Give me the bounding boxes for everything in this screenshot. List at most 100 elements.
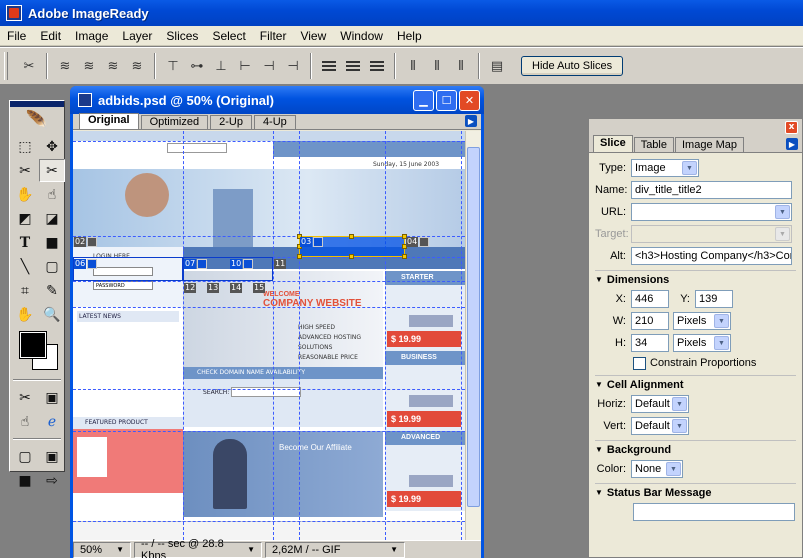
download-time-select[interactable]: -- / -- sec @ 28.8 Kbps ▼ — [134, 538, 262, 558]
zoom-level-select[interactable]: 50% ▼ — [73, 541, 131, 558]
palette-title-bar[interactable]: x — [589, 119, 802, 135]
background-color-select[interactable]: None ▼ — [631, 460, 683, 478]
rollover-preview-icon[interactable]: ☝ — [12, 410, 38, 433]
distribute-left-icon[interactable]: ⫴ — [402, 55, 424, 77]
document-title-bar[interactable]: adbids.psd @ 50% (Original) ▁ ☐ ✕ — [70, 86, 484, 114]
menu-view[interactable]: View — [293, 26, 333, 46]
image-map-select-tool-icon[interactable]: ☝ — [39, 183, 65, 206]
menu-help[interactable]: Help — [390, 26, 429, 46]
toggle-image-maps-icon[interactable]: ▣ — [39, 386, 65, 409]
menu-image[interactable]: Image — [68, 26, 115, 46]
align-right-icon[interactable]: ⊣ — [282, 55, 304, 77]
slice-x-input[interactable]: 446 — [631, 290, 669, 308]
menu-select[interactable]: Select — [205, 26, 252, 46]
bring-to-front-icon[interactable]: ≋ — [54, 55, 76, 77]
slice-y-input[interactable]: 139 — [695, 290, 733, 308]
resize-handle[interactable] — [297, 254, 302, 259]
slice-height-input[interactable]: 34 — [631, 334, 669, 352]
line-tool-icon[interactable]: ╲ — [12, 255, 38, 278]
vertical-scrollbar[interactable] — [465, 131, 481, 540]
foreground-color-swatch[interactable] — [19, 331, 47, 359]
toggle-slices-icon[interactable]: ✂ — [12, 386, 38, 409]
background-section-header[interactable]: ▼ Background — [595, 440, 796, 458]
hand-tool-icon[interactable]: ✋ — [12, 303, 38, 326]
tab-optimized[interactable]: Optimized — [140, 115, 209, 129]
maximize-button[interactable]: ☐ — [436, 89, 457, 111]
palette-close-icon[interactable]: x — [785, 120, 798, 134]
distribute-bottom-icon[interactable] — [366, 55, 388, 77]
scrollbar-thumb[interactable] — [467, 147, 480, 507]
palette-menu-arrow-icon[interactable]: ▶ — [786, 138, 798, 150]
close-button[interactable]: ✕ — [459, 89, 480, 111]
document-canvas[interactable]: Sunday, 15 June 2003 LOGIN HERE PASSWORD… — [73, 131, 465, 540]
slice-tool-icon[interactable]: ✂ — [12, 159, 38, 182]
crop-tool-icon[interactable]: ⌗ — [12, 279, 38, 302]
tab-original[interactable]: Original — [79, 113, 139, 129]
tab-menu-arrow-icon[interactable]: ▶ — [465, 115, 477, 127]
status-bar-message-section-header[interactable]: ▼ Status Bar Message — [595, 483, 796, 501]
menu-slices[interactable]: Slices — [159, 26, 205, 46]
jump-to-photoshop-icon[interactable]: ⇨ — [39, 469, 65, 492]
slice-url-combo[interactable]: ▼ — [631, 203, 792, 221]
full-screen-menu-mode-icon[interactable]: ▣ — [39, 445, 65, 468]
height-unit-select[interactable]: Pixels ▼ — [673, 334, 731, 352]
status-bar-message-input[interactable] — [633, 503, 795, 521]
slice-options-icon[interactable]: ▤ — [486, 55, 508, 77]
tab-4-up[interactable]: 4-Up — [253, 115, 296, 129]
full-screen-mode-icon[interactable]: ■ — [12, 469, 38, 492]
move-tool-icon[interactable]: ✥ — [39, 135, 65, 158]
width-unit-select[interactable]: Pixels ▼ — [673, 312, 731, 330]
paint-bucket-tool-icon[interactable]: ◪ — [39, 207, 65, 230]
type-tool-icon[interactable]: T — [12, 231, 38, 254]
send-to-back-icon[interactable]: ≋ — [126, 55, 148, 77]
hide-auto-slices-button[interactable]: Hide Auto Slices — [521, 56, 624, 76]
menu-window[interactable]: Window — [333, 26, 390, 46]
constrain-proportions-checkbox[interactable] — [633, 356, 646, 370]
align-left-icon[interactable]: ⊢ — [234, 55, 256, 77]
align-hcenter-icon[interactable]: ⊣ — [258, 55, 280, 77]
eraser-tool-icon[interactable]: ◩ — [12, 207, 38, 230]
tab-image-map[interactable]: Image Map — [674, 137, 745, 152]
slice-name-input[interactable]: div_title_title2 — [631, 181, 792, 199]
rounded-rect-tool-icon[interactable]: ▢ — [39, 255, 65, 278]
resize-handle[interactable] — [402, 254, 407, 259]
slice-select-tool-icon[interactable]: ✂ — [18, 55, 40, 77]
dimensions-section-header[interactable]: ▼ Dimensions — [595, 270, 796, 288]
zoom-tool-icon[interactable]: 🔍 — [39, 303, 65, 326]
image-map-tool-icon[interactable]: ✋ — [12, 183, 38, 206]
vert-align-select[interactable]: Default ▼ — [631, 417, 689, 435]
tab-table[interactable]: Table — [633, 137, 674, 152]
align-top-icon[interactable]: ⊤ — [162, 55, 184, 77]
horiz-align-select[interactable]: Default ▼ — [631, 395, 689, 413]
tab-2-up[interactable]: 2-Up — [210, 115, 252, 129]
file-size-select[interactable]: 2,62M / -- GIF ▼ — [265, 541, 405, 558]
bring-forward-icon[interactable]: ≋ — [78, 55, 100, 77]
align-bottom-icon[interactable]: ⊥ — [210, 55, 232, 77]
options-bar-grip[interactable] — [4, 52, 8, 80]
slice-type-select[interactable]: Image ▼ — [631, 159, 699, 177]
cell-alignment-section-header[interactable]: ▼ Cell Alignment — [595, 375, 796, 393]
distribute-top-icon[interactable] — [318, 55, 340, 77]
menu-file[interactable]: File — [0, 26, 33, 46]
rectangle-tool-icon[interactable]: ■ — [39, 231, 65, 254]
slice-select-tool-icon[interactable]: ✂ — [39, 159, 65, 182]
distribute-hcenter-icon[interactable]: ⫴ — [426, 55, 448, 77]
standard-screen-mode-icon[interactable]: ▢ — [12, 445, 38, 468]
slice-alt-input[interactable]: <h3>Hosting Company</h3>Cor — [631, 247, 792, 265]
slice-width-input[interactable]: 210 — [631, 312, 669, 330]
adobe-feather-icon[interactable]: 🪶 — [10, 107, 64, 133]
preview-in-browser-icon[interactable]: ℯ — [39, 410, 65, 433]
resize-handle[interactable] — [349, 254, 354, 259]
distribute-vcenter-icon[interactable] — [342, 55, 364, 77]
tab-slice[interactable]: Slice — [593, 135, 633, 152]
eyedropper-tool-icon[interactable]: ✎ — [39, 279, 65, 302]
menu-layer[interactable]: Layer — [115, 26, 159, 46]
align-vcenter-icon[interactable]: ⊶ — [186, 55, 208, 77]
send-backward-icon[interactable]: ≋ — [102, 55, 124, 77]
resize-handle[interactable] — [349, 234, 354, 239]
rectangular-marquee-tool-icon[interactable]: ⬚ — [12, 135, 38, 158]
menu-edit[interactable]: Edit — [33, 26, 68, 46]
distribute-right-icon[interactable]: ⫴ — [450, 55, 472, 77]
menu-filter[interactable]: Filter — [253, 26, 294, 46]
minimize-button[interactable]: ▁ — [413, 89, 434, 111]
